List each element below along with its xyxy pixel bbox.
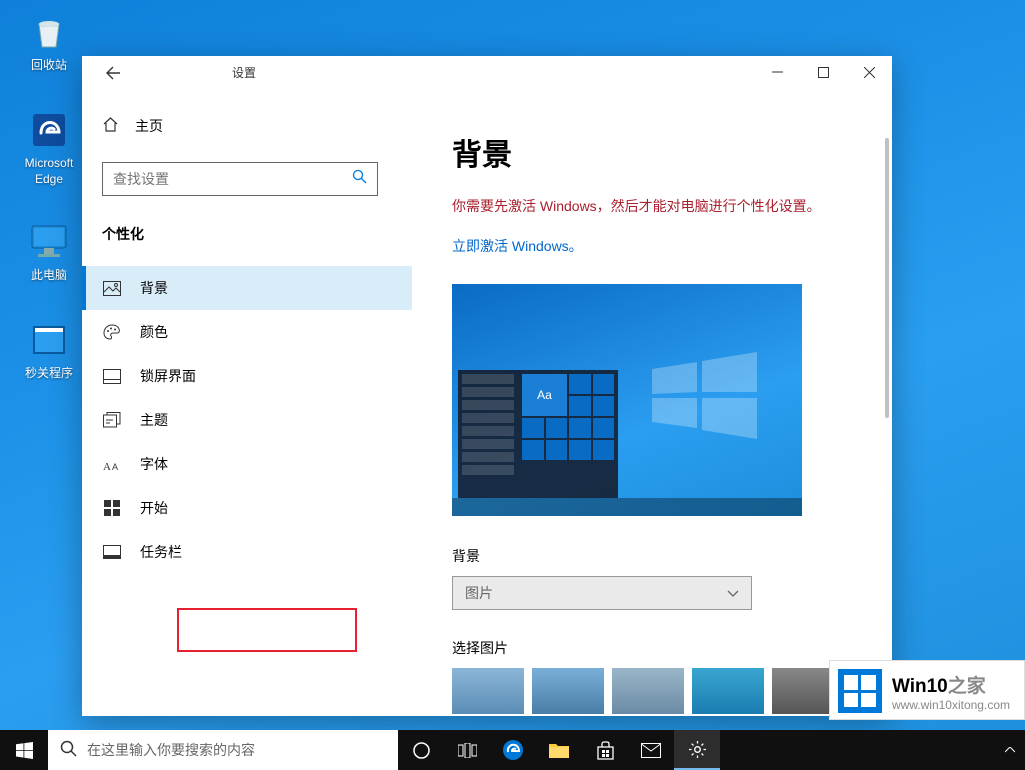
- home-icon: [102, 116, 119, 136]
- taskbar-settings-active[interactable]: [674, 730, 720, 770]
- settings-search[interactable]: [102, 162, 378, 196]
- taskbar-icon: [102, 543, 122, 561]
- search-icon: [352, 169, 367, 189]
- taskbar-taskview[interactable]: [444, 730, 490, 770]
- nav-start[interactable]: 开始: [82, 486, 412, 530]
- sidebar-section-title: 个性化: [82, 224, 412, 244]
- chevron-down-icon: [727, 585, 739, 601]
- search-input[interactable]: [113, 171, 352, 187]
- windows-taskbar: 在这里输入你要搜索的内容: [0, 730, 1025, 770]
- themes-icon: [102, 411, 122, 429]
- nav-colors[interactable]: 颜色: [82, 310, 412, 354]
- tray-overflow[interactable]: [995, 730, 1025, 770]
- nav-background[interactable]: 背景: [82, 266, 412, 310]
- picture-icon: [102, 279, 122, 297]
- activate-link[interactable]: 立即激活 Windows。: [452, 236, 583, 256]
- watermark: Win10之家 www.win10xitong.com: [829, 660, 1025, 720]
- content-scrollbar[interactable]: [885, 138, 889, 418]
- preview-start-menu: Aa: [458, 370, 618, 498]
- taskbar-store[interactable]: [582, 730, 628, 770]
- taskbar-explorer[interactable]: [536, 730, 582, 770]
- svg-text:A: A: [103, 461, 111, 472]
- start-icon: [102, 499, 122, 517]
- nav-taskbar[interactable]: 任务栏: [82, 530, 412, 574]
- edge-icon: [27, 108, 71, 152]
- recycle-bin-icon: [27, 10, 71, 54]
- settings-window: 设置 主页 个性化 背景 颜色 锁: [82, 56, 892, 716]
- nav-fonts[interactable]: AA 字体: [82, 442, 412, 486]
- background-preview: Aa: [452, 284, 802, 516]
- picture-thumbnails: [452, 668, 852, 714]
- background-dropdown-label: 背景: [452, 546, 852, 566]
- settings-content: 背景 你需要先激活 Windows，然后才能对电脑进行个性化设置。 立即激活 W…: [412, 88, 892, 716]
- close-button[interactable]: [846, 56, 892, 88]
- minimize-button[interactable]: [754, 56, 800, 88]
- taskbar-search[interactable]: 在这里输入你要搜索的内容: [48, 730, 398, 770]
- titlebar: 设置: [82, 56, 892, 88]
- svg-text:A: A: [112, 462, 118, 472]
- settings-sidebar: 主页 个性化 背景 颜色 锁屏界面 主题: [82, 88, 412, 716]
- start-button[interactable]: [0, 730, 48, 770]
- fonts-icon: AA: [102, 455, 122, 473]
- window-title: 设置: [232, 64, 256, 81]
- desktop-recycle-bin[interactable]: 回收站: [10, 10, 88, 74]
- taskbar-edge[interactable]: [490, 730, 536, 770]
- palette-icon: [102, 323, 122, 341]
- activation-warning: 你需要先激活 Windows，然后才能对电脑进行个性化设置。: [452, 196, 852, 216]
- watermark-logo: [838, 669, 882, 713]
- app-icon: [27, 318, 71, 362]
- lockscreen-icon: [102, 367, 122, 385]
- taskbar-cortana[interactable]: [398, 730, 444, 770]
- home-link[interactable]: 主页: [82, 108, 412, 144]
- nav-lockscreen[interactable]: 锁屏界面: [82, 354, 412, 398]
- taskbar-mail[interactable]: [628, 730, 674, 770]
- background-dropdown[interactable]: 图片: [452, 576, 752, 610]
- monitor-icon: [27, 220, 71, 264]
- back-button[interactable]: [102, 62, 124, 84]
- desktop-this-pc[interactable]: 此电脑: [10, 220, 88, 284]
- picture-thumb[interactable]: [612, 668, 684, 714]
- picture-thumb[interactable]: [532, 668, 604, 714]
- picture-thumb[interactable]: [452, 668, 524, 714]
- desktop-sec-close[interactable]: 秒关程序: [10, 318, 88, 382]
- search-icon: [60, 740, 77, 760]
- desktop-edge[interactable]: Microsoft Edge: [10, 108, 88, 187]
- page-heading: 背景: [452, 130, 852, 174]
- picture-thumb[interactable]: [692, 668, 764, 714]
- maximize-button[interactable]: [800, 56, 846, 88]
- windows-logo-art: [642, 344, 762, 444]
- choose-picture-label: 选择图片: [452, 638, 852, 658]
- nav-themes[interactable]: 主题: [82, 398, 412, 442]
